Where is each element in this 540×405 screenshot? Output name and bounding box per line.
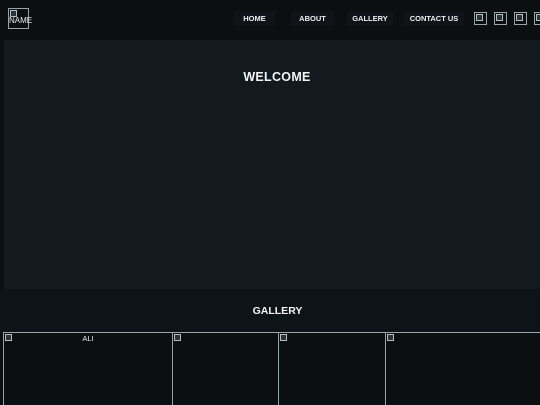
hero-title: WELCOME (243, 70, 311, 84)
broken-image-icon (476, 14, 483, 21)
nav-gallery-button[interactable]: GALLERY (347, 11, 393, 26)
broken-image-icon (536, 14, 540, 21)
social-link-2[interactable] (494, 12, 507, 25)
gallery-image-3[interactable] (278, 332, 386, 405)
gallery-image-2[interactable] (172, 332, 279, 405)
gallery-header-band: GALLERY (0, 289, 540, 333)
gallery-image-alt-text: ALI (82, 334, 94, 343)
logo-alt-text: NAME (9, 16, 33, 25)
nav-home-button[interactable]: HOME (234, 11, 275, 26)
nav-about-button[interactable]: ABOUT (291, 11, 334, 26)
gallery-title: GALLERY (252, 305, 303, 317)
hero-section: WELCOME (4, 40, 540, 289)
broken-image-icon (496, 14, 503, 21)
gallery-image-4[interactable] (385, 332, 540, 405)
gallery-image-1[interactable]: ALI (3, 332, 173, 405)
nav-contact-us-button[interactable]: CONTACT US (404, 11, 464, 26)
social-link-3[interactable] (514, 12, 527, 25)
page: NAME HOME ABOUT GALLERY CONTACT US WELCO… (0, 0, 540, 405)
broken-image-icon (516, 14, 523, 21)
broken-image-icon (280, 334, 287, 341)
social-link-4[interactable] (534, 12, 540, 25)
social-link-1[interactable] (474, 12, 487, 25)
broken-image-icon (174, 334, 181, 341)
broken-image-icon (387, 334, 394, 341)
logo-image[interactable]: NAME (8, 8, 33, 29)
